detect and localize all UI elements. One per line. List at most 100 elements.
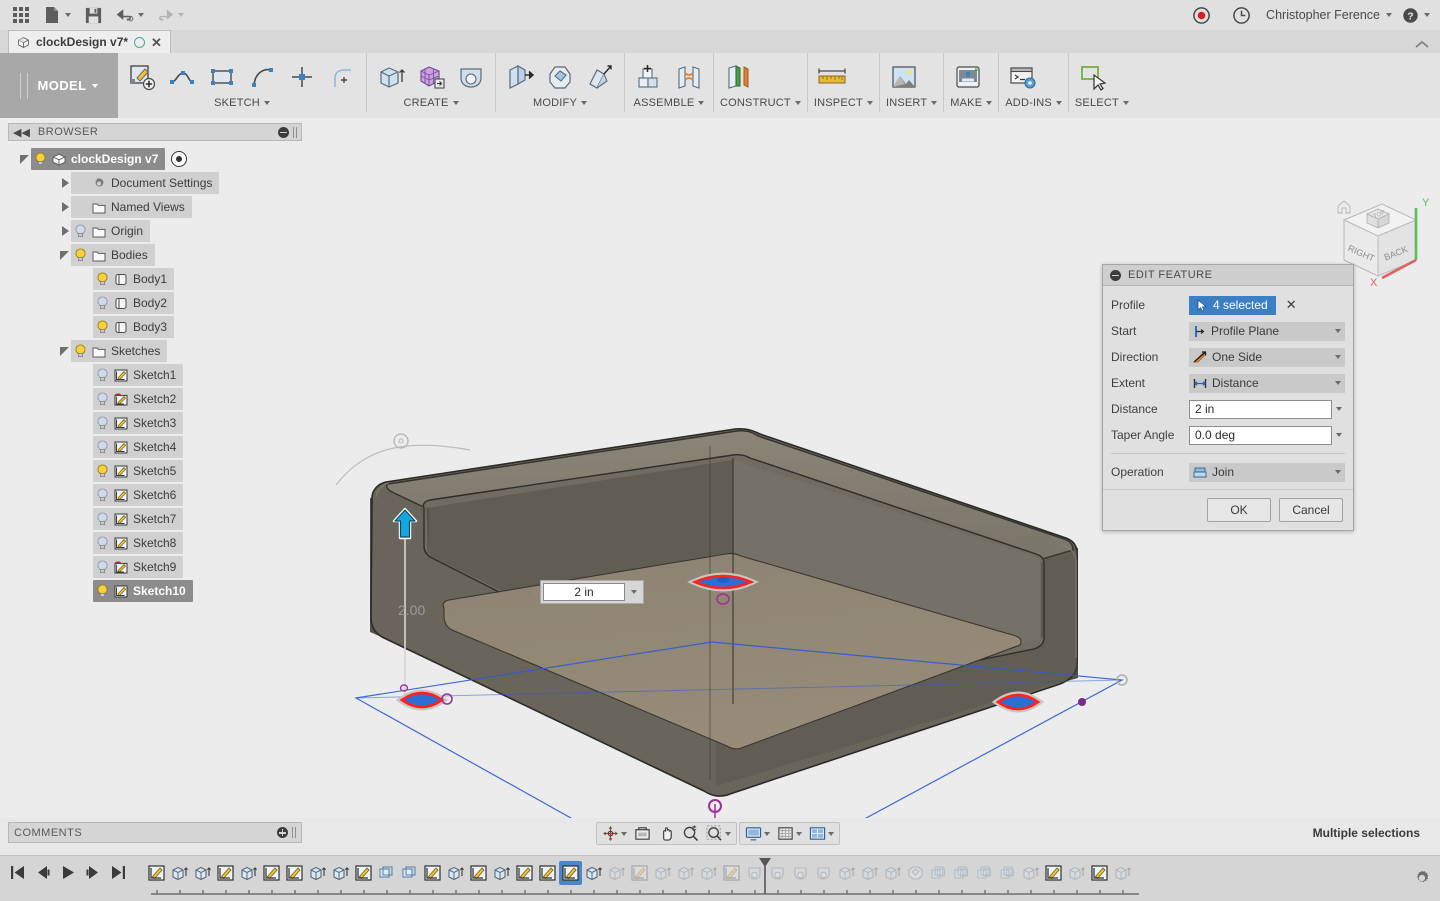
- tree-node-sketch10[interactable]: Sketch10: [8, 579, 302, 603]
- chevron-down-icon[interactable]: [698, 101, 705, 106]
- look-at-icon[interactable]: [631, 824, 654, 843]
- timeline-feature-20[interactable]: [582, 861, 605, 885]
- timeline-playhead[interactable]: [757, 858, 773, 896]
- offset-plane-icon[interactable]: [720, 59, 756, 95]
- panel-label-assemble[interactable]: ASSEMBLE: [631, 96, 707, 110]
- timeline-feature-36[interactable]: [950, 861, 973, 885]
- tl-step-forward[interactable]: [83, 861, 103, 883]
- sketch-fillet-icon[interactable]: [324, 59, 360, 95]
- direction-dropdown[interactable]: One Side: [1189, 347, 1345, 367]
- timeline-feature-6[interactable]: [260, 861, 283, 885]
- timeline-feature-33[interactable]: [881, 861, 904, 885]
- collapse-ribbon-icon[interactable]: [1414, 39, 1440, 53]
- timeline-feature-13[interactable]: [421, 861, 444, 885]
- zoom-window-icon[interactable]: [703, 824, 734, 843]
- document-tab[interactable]: clockDesign v7* ✕: [8, 30, 171, 53]
- expander-icon[interactable]: [60, 250, 71, 261]
- point-icon[interactable]: [284, 59, 320, 95]
- press-pull-icon[interactable]: [502, 59, 538, 95]
- timeline-feature-26[interactable]: [720, 861, 743, 885]
- visibility-bulb-icon[interactable]: [74, 344, 87, 358]
- timeline-feature-25[interactable]: [697, 861, 720, 885]
- collapse-panel-icon[interactable]: ◀◀: [13, 126, 30, 139]
- timeline-settings-gear-icon[interactable]: [1412, 868, 1432, 891]
- expander-icon[interactable]: [60, 346, 71, 357]
- chevron-down-icon[interactable]: [627, 583, 641, 601]
- chevron-down-icon[interactable]: [828, 831, 834, 836]
- timeline-feature-35[interactable]: [927, 861, 950, 885]
- ok-button[interactable]: OK: [1207, 498, 1271, 522]
- tl-play[interactable]: [58, 861, 78, 883]
- line-icon[interactable]: [164, 59, 200, 95]
- tree-node-sketch2[interactable]: Sketch2: [8, 387, 302, 411]
- visibility-bulb-icon[interactable]: [96, 512, 109, 526]
- tree-node-sketches[interactable]: Sketches: [8, 339, 302, 363]
- drag-handle-icon[interactable]: ⋮⋮: [530, 583, 548, 601]
- tl-step-back[interactable]: [33, 861, 53, 883]
- file-icon[interactable]: [38, 2, 76, 28]
- clock-icon[interactable]: [1226, 2, 1256, 28]
- timeline-feature-1[interactable]: [145, 861, 168, 885]
- timeline-feature-16[interactable]: [490, 861, 513, 885]
- tree-node-sketch8[interactable]: Sketch8: [8, 531, 302, 555]
- chevron-down-icon[interactable]: [580, 101, 587, 106]
- tree-node-document-settings[interactable]: Document Settings: [8, 171, 302, 195]
- timeline-feature-37[interactable]: [973, 861, 996, 885]
- panel-label-create[interactable]: CREATE: [373, 96, 489, 110]
- undo-icon[interactable]: [110, 2, 148, 28]
- tree-node-sketch3[interactable]: Sketch3: [8, 411, 302, 435]
- timeline-feature-40[interactable]: [1042, 861, 1065, 885]
- zoom-icon[interactable]: [679, 824, 702, 843]
- comments-panel[interactable]: COMMENTS: [8, 822, 302, 843]
- extent-dropdown[interactable]: Distance: [1189, 373, 1345, 393]
- dialog-collapse-icon[interactable]: [1110, 269, 1121, 281]
- cancel-button[interactable]: Cancel: [1279, 498, 1343, 522]
- timeline-feature-34[interactable]: [904, 861, 927, 885]
- visibility-bulb-icon[interactable]: [96, 296, 109, 310]
- chevron-down-icon[interactable]: [92, 83, 99, 88]
- scripts-addins-icon[interactable]: [1005, 59, 1041, 95]
- timeline-feature-19[interactable]: [559, 861, 582, 885]
- add-comment-icon[interactable]: [277, 827, 288, 838]
- tree-node-body1[interactable]: Body1: [8, 267, 302, 291]
- visibility-bulb-icon[interactable]: [96, 560, 109, 574]
- timeline-feature-32[interactable]: [858, 861, 881, 885]
- chevron-down-icon[interactable]: [796, 831, 802, 836]
- timeline-feature-5[interactable]: [237, 861, 260, 885]
- 3d-print-icon[interactable]: [950, 59, 986, 95]
- canvas-dimension-input[interactable]: ⋮⋮ 2 in: [530, 580, 644, 604]
- chevron-down-icon[interactable]: [1335, 329, 1341, 333]
- viewports-icon[interactable]: [806, 824, 837, 843]
- timeline-feature-30[interactable]: [812, 861, 835, 885]
- timeline-feature-11[interactable]: [375, 861, 398, 885]
- visibility-bulb-icon[interactable]: [96, 488, 109, 502]
- tree-node-sketch9[interactable]: Sketch9: [8, 555, 302, 579]
- save-icon[interactable]: [78, 2, 108, 28]
- tree-node-body3[interactable]: Body3: [8, 315, 302, 339]
- panel-label-sketch[interactable]: SKETCH: [124, 96, 360, 110]
- expander-icon[interactable]: [60, 177, 71, 189]
- chevron-down-icon[interactable]: [1332, 433, 1345, 437]
- visibility-bulb-icon[interactable]: [96, 392, 109, 406]
- tl-go-start[interactable]: [8, 861, 28, 883]
- taper-angle-field[interactable]: 0.0 deg: [1189, 425, 1332, 445]
- profile-selection-chip[interactable]: 4 selected: [1189, 295, 1276, 315]
- start-dropdown[interactable]: Profile Plane: [1189, 321, 1345, 341]
- account-menu[interactable]: Christopher Ference: [1266, 2, 1392, 28]
- timeline-feature-29[interactable]: [789, 861, 812, 885]
- revolve-icon[interactable]: [453, 59, 489, 95]
- chevron-down-icon[interactable]: [621, 831, 627, 836]
- tree-node-sketch4[interactable]: Sketch4: [8, 435, 302, 459]
- chevron-down-icon[interactable]: [794, 101, 801, 106]
- panel-label-select[interactable]: SELECT: [1075, 96, 1129, 110]
- tree-node-sketch5[interactable]: Sketch5: [8, 459, 302, 483]
- timeline-feature-22[interactable]: [628, 861, 651, 885]
- expander-icon[interactable]: [20, 154, 31, 165]
- chevron-down-icon[interactable]: [764, 831, 770, 836]
- arc-icon[interactable]: [244, 59, 280, 95]
- tree-node-body2[interactable]: Body2: [8, 291, 302, 315]
- chevron-down-icon[interactable]: [1055, 101, 1062, 106]
- pattern-icon[interactable]: [413, 59, 449, 95]
- timeline-feature-12[interactable]: [398, 861, 421, 885]
- chevron-down-icon[interactable]: [1386, 13, 1392, 17]
